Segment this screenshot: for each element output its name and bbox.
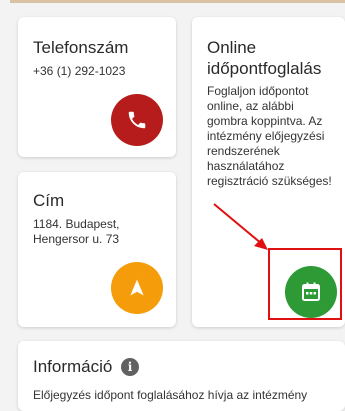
address-line-1: 1184. Budapest, [33, 217, 120, 231]
info-icon[interactable]: i [121, 358, 139, 376]
online-card-text-line: rendszerének [207, 144, 280, 158]
navigate-button[interactable] [111, 262, 163, 314]
online-card-text-line: online, az alábbi [207, 99, 294, 113]
address-line-2: Hengersor u. 73 [33, 232, 120, 246]
online-card-text-line: intézmény előjegyzési [207, 129, 325, 143]
online-card-text-line: használatához [207, 159, 285, 173]
online-card-title-line-2: időpontfoglalás [207, 59, 322, 78]
online-card-text-line: gombra koppintva. Az [207, 114, 323, 128]
online-card-text-line: Foglaljon időpontot [207, 84, 309, 98]
top-divider [10, 0, 345, 3]
info-card-text: Előjegyzés időpont foglalásához hívja az… [33, 388, 308, 402]
call-button[interactable] [111, 94, 163, 146]
online-card-title-line-1: Online [207, 38, 257, 57]
address-card-title: Cím [33, 191, 65, 210]
info-card-title: Információ [33, 357, 113, 376]
phone-number: +36 (1) 292-1023 [33, 64, 126, 78]
navigation-arrow-icon [130, 279, 144, 296]
phone-card: Telefonszám +36 (1) 292-1023 [18, 17, 176, 157]
phone-card-title: Telefonszám [33, 38, 129, 57]
phone-icon [128, 111, 146, 129]
online-card-text-line: regisztráció szükséges! [207, 174, 332, 188]
address-card: Cím 1184. Budapest, Hengersor u. 73 [18, 172, 176, 327]
info-card: Információ i Előjegyzés időpont foglalás… [18, 341, 345, 411]
annotation-highlight-box [268, 248, 342, 320]
